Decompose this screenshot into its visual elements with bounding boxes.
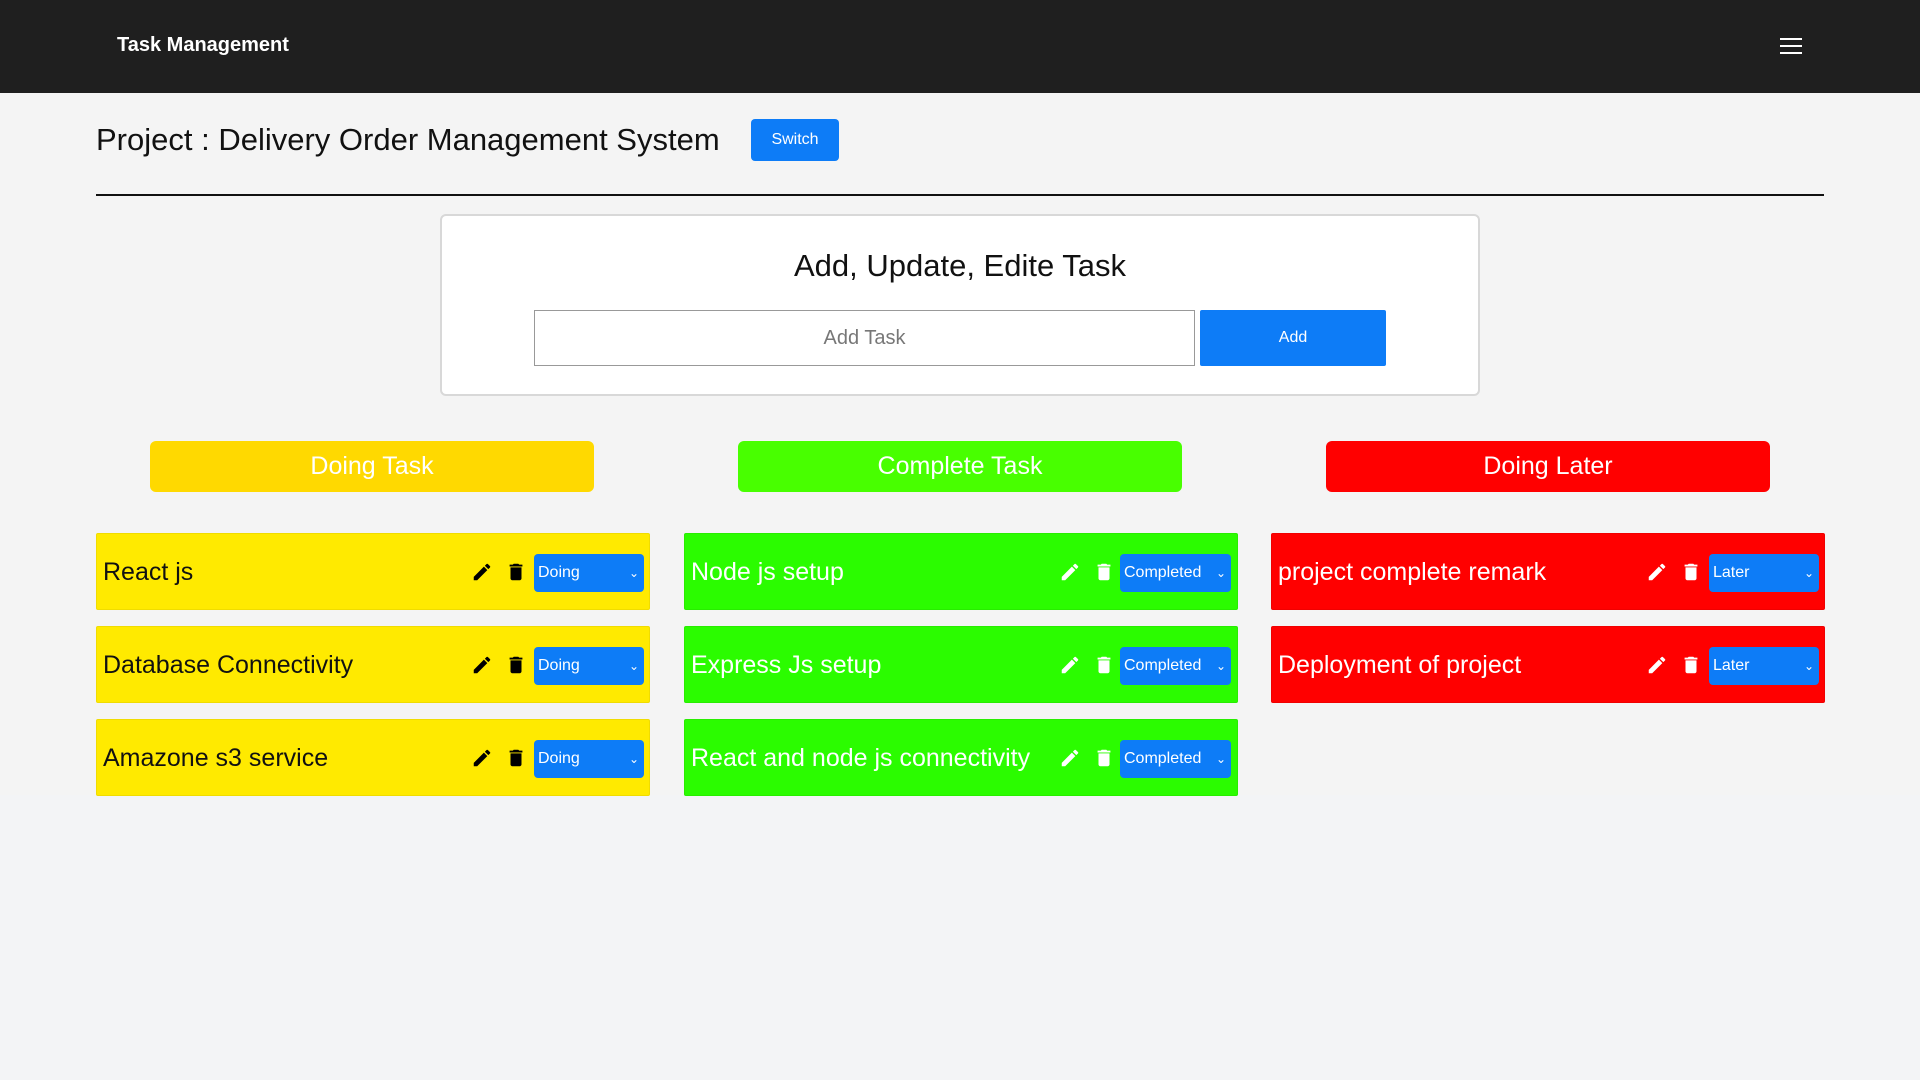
status-select-value: Doing bbox=[538, 657, 580, 674]
edit-icon[interactable] bbox=[471, 747, 493, 769]
column-header-2: Doing Later bbox=[1326, 441, 1770, 492]
edit-icon[interactable] bbox=[1646, 561, 1668, 583]
status-select[interactable]: Later ⌄ bbox=[1709, 554, 1819, 592]
chevron-down-icon: ⌄ bbox=[628, 566, 639, 580]
project-title: Project : Delivery Order Management Syst… bbox=[96, 122, 720, 157]
status-select-value: Doing bbox=[538, 564, 580, 581]
delete-icon[interactable] bbox=[505, 561, 527, 583]
switch-button[interactable]: Switch bbox=[751, 119, 839, 161]
chevron-down-icon: ⌄ bbox=[1215, 566, 1226, 580]
task-name: Database Connectivity bbox=[103, 651, 354, 679]
task-card: Express Js setup Completed ⌄ bbox=[684, 626, 1238, 703]
column-header-1: Complete Task bbox=[738, 441, 1182, 492]
chevron-down-icon: ⌄ bbox=[1215, 752, 1226, 766]
status-select-value: Completed bbox=[1124, 750, 1202, 767]
add-button[interactable]: Add bbox=[1200, 310, 1386, 366]
task-card: React js Doing ⌄ bbox=[96, 533, 650, 610]
delete-icon[interactable] bbox=[505, 654, 527, 676]
delete-icon[interactable] bbox=[505, 747, 527, 769]
chevron-down-icon: ⌄ bbox=[628, 752, 639, 766]
task-name: React and node js connectivity bbox=[691, 744, 1031, 772]
edit-icon[interactable] bbox=[471, 654, 493, 676]
add-task-heading: Add, Update, Edite Task bbox=[793, 248, 1127, 283]
chevron-down-icon: ⌄ bbox=[628, 659, 639, 673]
status-select[interactable]: Completed ⌄ bbox=[1120, 740, 1231, 778]
status-select[interactable]: Completed ⌄ bbox=[1120, 647, 1231, 685]
task-card: Deployment of project Later ⌄ bbox=[1271, 626, 1825, 703]
task-name: Node js setup bbox=[691, 558, 844, 586]
task-name: project complete remark bbox=[1278, 558, 1547, 586]
delete-icon[interactable] bbox=[1093, 561, 1115, 583]
task-card: React and node js connectivity Completed ⌄ bbox=[684, 719, 1238, 796]
status-select[interactable]: Doing ⌄ bbox=[534, 647, 644, 685]
status-select-value: Completed bbox=[1124, 657, 1202, 674]
add-task-input[interactable] bbox=[534, 310, 1195, 366]
chevron-down-icon: ⌄ bbox=[1215, 659, 1226, 673]
task-card: project complete remark Later ⌄ bbox=[1271, 533, 1825, 610]
edit-icon[interactable] bbox=[1059, 654, 1081, 676]
brand-title[interactable]: Task Management bbox=[117, 34, 289, 57]
task-card: Node js setup Completed ⌄ bbox=[684, 533, 1238, 610]
delete-icon[interactable] bbox=[1680, 561, 1702, 583]
status-select[interactable]: Later ⌄ bbox=[1709, 647, 1819, 685]
edit-icon[interactable] bbox=[1059, 561, 1081, 583]
task-name: React js bbox=[103, 558, 194, 586]
task-card: Amazone s3 service Doing ⌄ bbox=[96, 719, 650, 796]
hamburger-menu-icon[interactable] bbox=[1780, 38, 1802, 56]
add-task-card: Add, Update, Edite Task Add bbox=[440, 214, 1480, 396]
delete-icon[interactable] bbox=[1093, 747, 1115, 769]
task-name: Amazone s3 service bbox=[103, 744, 329, 772]
task-name: Express Js setup bbox=[691, 651, 882, 679]
status-select-value: Doing bbox=[538, 750, 580, 767]
status-select[interactable]: Completed ⌄ bbox=[1120, 554, 1231, 592]
delete-icon[interactable] bbox=[1680, 654, 1702, 676]
task-card: Database Connectivity Doing ⌄ bbox=[96, 626, 650, 703]
navbar: Task Management bbox=[0, 0, 1920, 93]
edit-icon[interactable] bbox=[1059, 747, 1081, 769]
column-header-0: Doing Task bbox=[150, 441, 594, 492]
status-select-value: Completed bbox=[1124, 564, 1202, 581]
edit-icon[interactable] bbox=[471, 561, 493, 583]
chevron-down-icon: ⌄ bbox=[1803, 659, 1814, 673]
delete-icon[interactable] bbox=[1093, 654, 1115, 676]
status-select[interactable]: Doing ⌄ bbox=[534, 740, 644, 778]
divider bbox=[96, 194, 1824, 196]
edit-icon[interactable] bbox=[1646, 654, 1668, 676]
status-select[interactable]: Doing ⌄ bbox=[534, 554, 644, 592]
chevron-down-icon: ⌄ bbox=[1803, 566, 1814, 580]
task-name: Deployment of project bbox=[1278, 651, 1522, 679]
status-select-value: Later bbox=[1713, 564, 1750, 581]
status-select-value: Later bbox=[1713, 657, 1750, 674]
